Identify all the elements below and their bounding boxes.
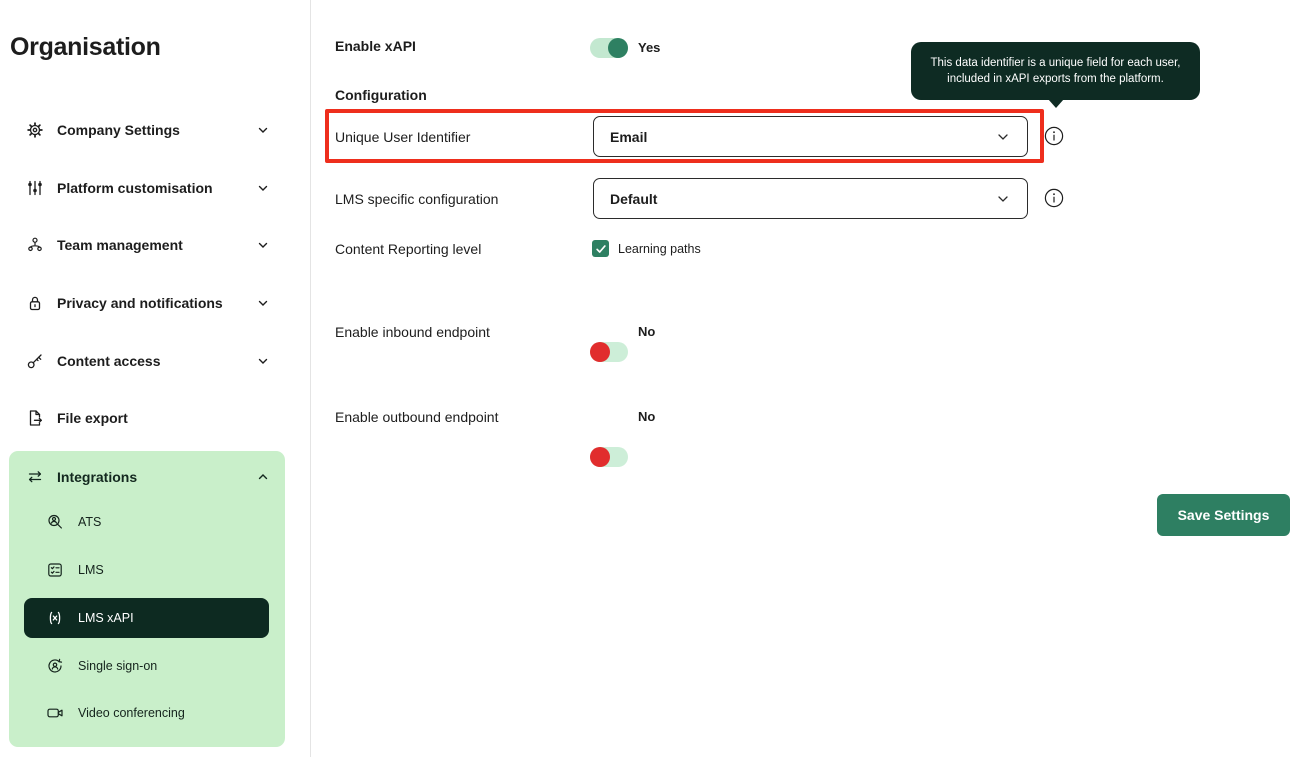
learning-paths-label: Learning paths <box>618 241 701 257</box>
swap-arrows-icon <box>26 468 44 486</box>
inbound-endpoint-label: Enable inbound endpoint <box>335 322 490 342</box>
person-refresh-icon <box>46 657 64 675</box>
chevron-up-icon <box>256 470 270 484</box>
enable-xapi-label: Enable xAPI <box>335 36 416 56</box>
magnifier-person-icon <box>46 513 64 531</box>
lock-icon <box>26 294 44 312</box>
checklist-icon <box>46 561 64 579</box>
outbound-endpoint-label: Enable outbound endpoint <box>335 407 498 427</box>
save-settings-button[interactable]: Save Settings <box>1157 494 1290 536</box>
learning-paths-checkbox[interactable] <box>592 240 609 257</box>
sidebar-item-lms[interactable]: LMS <box>9 554 285 586</box>
outbound-endpoint-value: No <box>638 409 655 425</box>
sidebar-item-ats[interactable]: ATS <box>9 506 285 538</box>
sidebar-subitem-label: LMS <box>78 563 104 577</box>
sliders-icon <box>26 179 44 197</box>
lms-specific-configuration-dropdown[interactable]: Default <box>593 178 1028 219</box>
sidebar-subitem-label: LMS xAPI <box>78 611 134 625</box>
tooltip: This data identifier is a unique field f… <box>911 42 1200 100</box>
integrations-section: Integrations ATS <box>9 451 285 747</box>
sidebar-item-label: Privacy and notifications <box>57 295 223 311</box>
chevron-down-icon <box>256 123 270 137</box>
sidebar-item-content-access[interactable]: Content access <box>0 343 310 379</box>
sidebar-item-company-settings[interactable]: Company Settings <box>0 112 310 148</box>
page-title: Organisation <box>10 33 161 62</box>
chevron-down-icon <box>995 129 1011 145</box>
sidebar-item-label: Team management <box>57 237 183 253</box>
sidebar-item-label: Integrations <box>57 469 137 485</box>
outbound-endpoint-toggle[interactable] <box>590 447 628 467</box>
sidebar-item-video-conferencing[interactable]: Video conferencing <box>9 697 285 729</box>
chevron-down-icon <box>995 191 1011 207</box>
sidebar-item-team-management[interactable]: Team management <box>0 227 310 263</box>
sidebar-subitem-label: Single sign-on <box>78 659 157 673</box>
chevron-down-icon <box>256 354 270 368</box>
dropdown-value: Email <box>610 129 647 145</box>
sidebar-item-single-sign-on[interactable]: Single sign-on <box>9 650 285 682</box>
configuration-heading: Configuration <box>335 85 427 105</box>
sidebar-item-label: File export <box>57 410 128 426</box>
sidebar-item-label: Company Settings <box>57 122 180 138</box>
sidebar-item-label: Content access <box>57 353 160 369</box>
toggle-knob <box>608 38 628 58</box>
dropdown-value: Default <box>610 191 657 207</box>
tooltip-text: This data identifier is a unique field f… <box>925 55 1186 87</box>
enable-xapi-value: Yes <box>638 40 660 56</box>
key-icon <box>26 352 44 370</box>
inbound-endpoint-value: No <box>638 324 655 340</box>
team-hierarchy-icon <box>26 236 44 254</box>
chevron-down-icon <box>256 296 270 310</box>
info-icon[interactable] <box>1044 188 1064 208</box>
sidebar: Organisation Company Settings <box>0 0 310 757</box>
sidebar-item-privacy-notifications[interactable]: Privacy and notifications <box>0 285 310 321</box>
gear-icon <box>26 121 44 139</box>
organisation-settings-page: Organisation Company Settings <box>0 0 1300 757</box>
sidebar-divider <box>310 0 311 757</box>
file-export-icon <box>26 409 44 427</box>
x-brackets-icon <box>46 609 64 627</box>
unique-user-identifier-label: Unique User Identifier <box>335 127 470 147</box>
sidebar-item-label: Platform customisation <box>57 180 213 196</box>
toggle-knob <box>590 342 610 362</box>
unique-user-identifier-dropdown[interactable]: Email <box>593 116 1028 157</box>
sidebar-item-platform-customisation[interactable]: Platform customisation <box>0 170 310 206</box>
toggle-knob <box>590 447 610 467</box>
chevron-down-icon <box>256 181 270 195</box>
lms-specific-configuration-label: LMS specific configuration <box>335 189 498 209</box>
check-icon <box>595 243 607 255</box>
content-reporting-label: Content Reporting level <box>335 239 481 259</box>
sidebar-item-file-export[interactable]: File export <box>0 400 310 436</box>
enable-xapi-toggle[interactable] <box>590 38 628 58</box>
sidebar-item-integrations[interactable]: Integrations <box>9 461 285 493</box>
sidebar-subitem-label: Video conferencing <box>78 706 185 720</box>
video-camera-icon <box>46 704 64 722</box>
sidebar-subitem-label: ATS <box>78 515 101 529</box>
chevron-down-icon <box>256 238 270 252</box>
inbound-endpoint-toggle[interactable] <box>590 342 628 362</box>
sidebar-item-lms-xapi[interactable]: LMS xAPI <box>24 598 269 638</box>
info-icon[interactable] <box>1044 126 1064 146</box>
